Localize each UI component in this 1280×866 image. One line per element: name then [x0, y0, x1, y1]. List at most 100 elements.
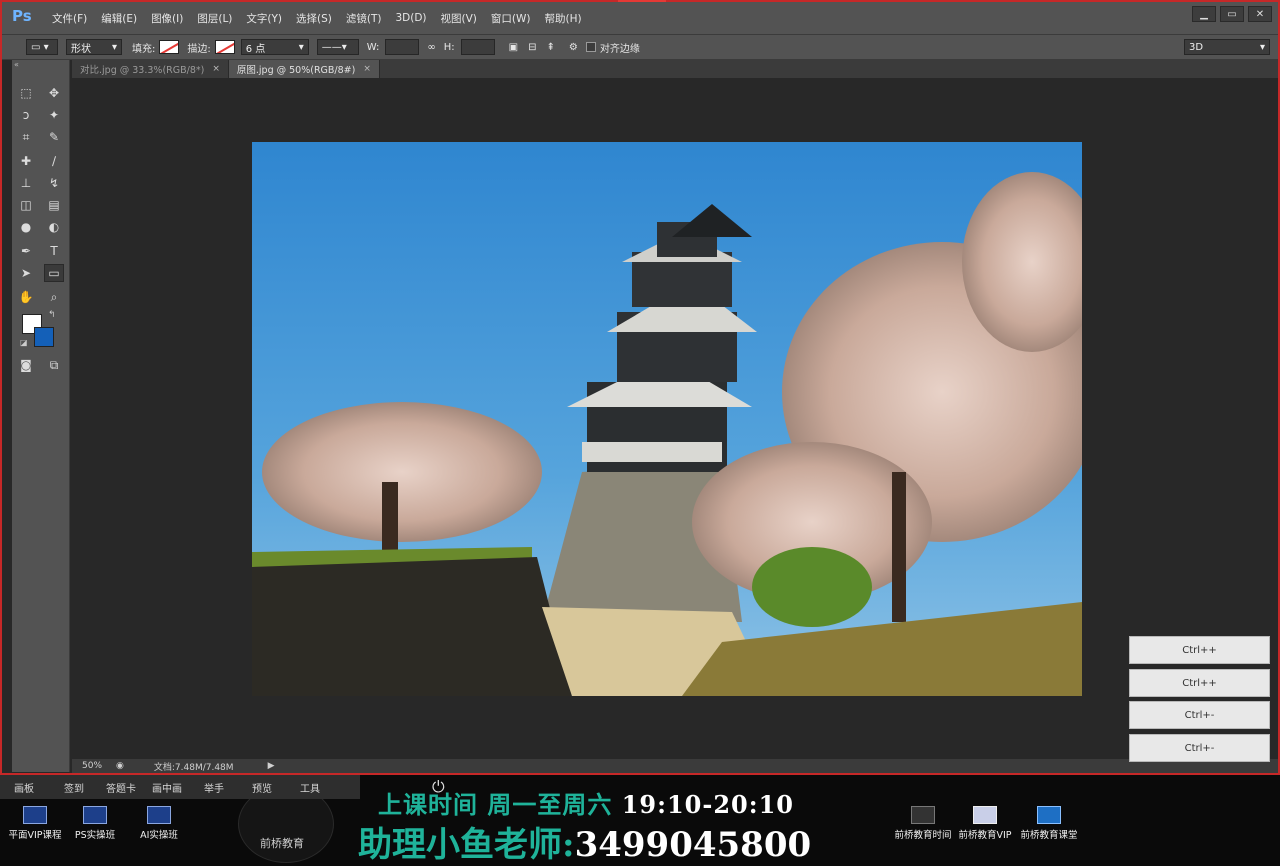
- castle-photo[interactable]: [252, 142, 1082, 696]
- align-edges-label: 对齐边缘: [599, 43, 640, 55]
- stroke-swatch[interactable]: [214, 40, 235, 54]
- power-icon[interactable]: ⏻: [432, 777, 445, 797]
- gradient-tool-icon[interactable]: ▤: [44, 196, 64, 214]
- desktop-icon-ai-class[interactable]: AI实操班: [124, 806, 194, 841]
- app-icon: [973, 806, 997, 824]
- menu-select[interactable]: 选择(S): [296, 11, 332, 26]
- shortcut-overlay-zoom-in-2: Ctrl++: [1129, 669, 1270, 697]
- lasso-tool-icon[interactable]: ↄ: [16, 106, 36, 124]
- menu-3d[interactable]: 3D(D): [395, 12, 426, 24]
- healing-brush-tool-icon[interactable]: ✚: [16, 152, 36, 170]
- link-icon[interactable]: ∞: [427, 42, 435, 53]
- status-bar: 50% ◉ 文档:7.48M/7.48M ▶: [72, 759, 1278, 773]
- classroom-toolbar: 画板 签到 答题卡 画中画 举手 预览 工具: [0, 775, 360, 799]
- align-edges-checkbox[interactable]: [585, 42, 596, 52]
- path-selection-tool-icon[interactable]: ➤: [16, 264, 36, 282]
- path-operations-icon[interactable]: ▣: [509, 42, 518, 53]
- toolbar-item-artboard[interactable]: 画板: [14, 780, 34, 795]
- toolbar-item-preview[interactable]: 预览: [252, 780, 272, 795]
- path-alignment-icon[interactable]: ⊟: [528, 42, 536, 53]
- history-brush-tool-icon[interactable]: ↯: [44, 174, 64, 192]
- pen-tool-icon[interactable]: ✒: [16, 242, 36, 260]
- minimize-button[interactable]: ▁: [1192, 6, 1216, 22]
- stroke-size-value: 6 点: [245, 43, 266, 55]
- gear-icon[interactable]: ⚙: [569, 42, 578, 53]
- toolbar-item-checkin[interactable]: 签到: [64, 780, 84, 795]
- blur-tool-icon[interactable]: ●: [16, 218, 36, 236]
- chevron-down-icon: ▾: [298, 41, 304, 53]
- brush-tool-icon[interactable]: ∕: [44, 152, 64, 170]
- status-menu-arrow-icon[interactable]: ▶: [268, 761, 275, 771]
- menu-help[interactable]: 帮助(H): [545, 11, 582, 26]
- swap-colors-icon[interactable]: ↰: [48, 310, 56, 320]
- menu-window[interactable]: 窗口(W): [491, 11, 531, 26]
- document-tabs: 对比.jpg @ 33.3%(RGB/8*) × 原图.jpg @ 50%(RGB…: [72, 60, 1278, 78]
- toolbar-item-pip[interactable]: 画中画: [152, 780, 182, 795]
- menu-view[interactable]: 视图(V): [441, 11, 477, 26]
- menu-file[interactable]: 文件(F): [52, 11, 87, 26]
- eyedropper-tool-icon[interactable]: ✎: [44, 128, 64, 146]
- toolbar-item-tools[interactable]: 工具: [300, 780, 320, 795]
- menu-bar: Ps 文件(F) 编辑(E) 图像(I) 图层(L) 文字(Y) 选择(S) 滤…: [2, 2, 1278, 34]
- menu-edit[interactable]: 编辑(E): [101, 11, 137, 26]
- close-button[interactable]: ✕: [1248, 6, 1272, 22]
- desktop-icon-label: 平面VIP课程: [8, 830, 62, 841]
- document-size: 文档:7.48M/7.48M: [153, 762, 234, 773]
- hand-tool-icon[interactable]: ✋: [16, 288, 36, 306]
- shortcut-overlay-zoom-in-1: Ctrl++: [1129, 636, 1270, 664]
- move-tool-icon[interactable]: ✥: [44, 84, 64, 102]
- height-field[interactable]: [460, 39, 495, 55]
- stroke-type-select[interactable]: ——▾: [316, 39, 359, 55]
- desktop-icon-edu-vip[interactable]: 前桥教育VIP: [950, 806, 1020, 841]
- restore-button[interactable]: ▭: [1220, 6, 1244, 22]
- tool-preset-picker[interactable]: ▭ ▾: [26, 39, 58, 55]
- mode-select[interactable]: 形状 ▾: [66, 39, 122, 55]
- tab-compare[interactable]: 对比.jpg @ 33.3%(RGB/8*) ×: [72, 60, 229, 78]
- fill-swatch[interactable]: [159, 40, 180, 54]
- quick-mask-icon[interactable]: ◙: [16, 356, 36, 374]
- crop-tool-icon[interactable]: ⌗: [16, 128, 36, 146]
- marquee-tool-icon[interactable]: ⬚: [16, 84, 36, 102]
- options-bar: ▭ ▾ 形状 ▾ 填充: 描边: 6 点 ▾ ——▾ W: ∞ H: ▣ ⊟ ⇞ ⚙…: [2, 34, 1278, 60]
- folder-icon: [147, 806, 171, 824]
- rectangle-tool-icon[interactable]: ▭: [44, 264, 64, 282]
- desktop-icon-ps-class[interactable]: PS实操班: [60, 806, 130, 841]
- type-tool-icon[interactable]: T: [44, 242, 64, 260]
- path-arrangement-icon[interactable]: ⇞: [547, 42, 555, 53]
- zoom-tool-icon[interactable]: ⌕: [44, 288, 64, 306]
- width-field[interactable]: [385, 39, 420, 55]
- zoom-level[interactable]: 50%: [82, 761, 102, 771]
- dodge-tool-icon[interactable]: ◐: [44, 218, 64, 236]
- toolbar-item-raise-hand[interactable]: 举手: [204, 780, 224, 795]
- magic-wand-tool-icon[interactable]: ✦: [44, 106, 64, 124]
- menu-type[interactable]: 文字(Y): [246, 11, 282, 26]
- screen-mode-icon[interactable]: ⧉: [44, 356, 64, 374]
- app-icon: [1037, 806, 1061, 824]
- stroke-size-field[interactable]: 6 点 ▾: [240, 39, 309, 55]
- default-colors-icon[interactable]: ◪: [20, 338, 28, 347]
- canvas-area[interactable]: [72, 78, 1278, 759]
- menu-filter[interactable]: 滤镜(T): [346, 11, 382, 26]
- mode-value: 形状: [71, 43, 91, 55]
- class-time-label: 上课时间 周一至周六: [378, 790, 613, 819]
- workspace-select[interactable]: 3D ▾: [1184, 39, 1270, 55]
- class-time-value: 19:10-20:10: [621, 790, 794, 819]
- desktop-icon-edu-class[interactable]: 前桥教育课堂: [1014, 806, 1084, 841]
- chevron-down-icon: ▾: [111, 41, 117, 53]
- desktop-icon-edu-time[interactable]: 前桥教育时间: [888, 806, 958, 841]
- desktop-icon-label: PS实操班: [74, 830, 116, 841]
- clone-stamp-tool-icon[interactable]: ⊥: [16, 174, 36, 192]
- desktop-icon-label: AI实操班: [140, 830, 178, 841]
- close-icon[interactable]: ×: [363, 64, 371, 74]
- status-icon: ◉: [116, 761, 124, 771]
- tab-original[interactable]: 原图.jpg @ 50%(RGB/8#) ×: [228, 60, 380, 78]
- menu-layer[interactable]: 图层(L): [197, 11, 232, 26]
- background-color-swatch[interactable]: [34, 327, 54, 347]
- menu-image[interactable]: 图像(I): [151, 11, 183, 26]
- toolbar-item-answer-sheet[interactable]: 答题卡: [106, 780, 136, 795]
- collapse-icon[interactable]: «: [14, 60, 19, 69]
- assistant-label: 助理小鱼老师:: [358, 825, 575, 865]
- eraser-tool-icon[interactable]: ◫: [16, 196, 36, 214]
- close-icon[interactable]: ×: [212, 64, 220, 74]
- fill-label: 填充:: [132, 43, 156, 55]
